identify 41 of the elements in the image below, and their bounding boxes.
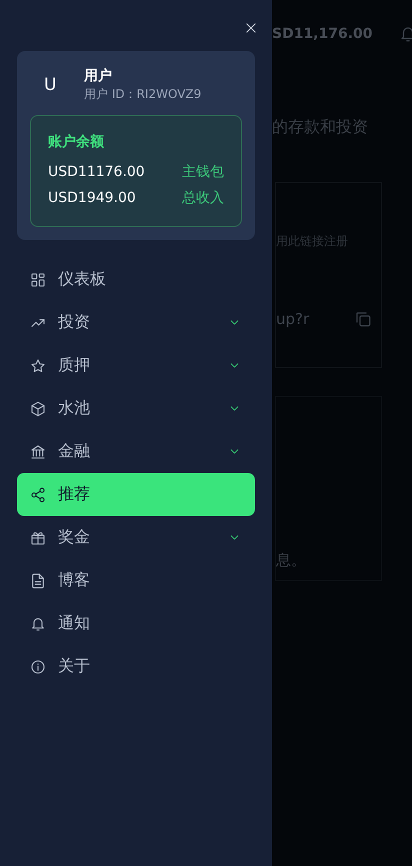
menu-label: 投资: [58, 312, 91, 333]
balance-amount: USD11176.00: [48, 164, 145, 180]
info-icon: [30, 658, 46, 674]
user-name: 用户: [84, 67, 113, 85]
menu-label: 水池: [58, 398, 91, 419]
menu-label: 博客: [58, 570, 91, 591]
menu-label: 关于: [58, 656, 91, 677]
menu-item[interactable]: 投资: [17, 301, 255, 344]
menu-item[interactable]: 博客: [17, 559, 255, 602]
menu-item[interactable]: 奖金: [17, 516, 255, 559]
menu-label: 仪表板: [58, 269, 107, 290]
menu-item[interactable]: 水池: [17, 387, 255, 430]
menu-item[interactable]: 仪表板: [17, 258, 255, 301]
balance-amount: USD1949.00: [48, 190, 136, 206]
menu-label: 通知: [58, 613, 91, 634]
balance-label: 主钱包: [182, 163, 224, 181]
page-subtitle: 的存款和投资: [272, 117, 369, 138]
menu-item[interactable]: 通知: [17, 602, 255, 645]
user-id: 用户 ID：RI2WOVZ9: [84, 86, 202, 103]
balance-label: 总收入: [182, 189, 224, 207]
cube-icon: [30, 400, 46, 416]
avatar: U: [44, 75, 58, 95]
balance-title: 账户余额: [48, 133, 105, 151]
menu-item[interactable]: 关于: [17, 645, 255, 688]
menu-item[interactable]: 推荐: [17, 473, 255, 516]
share-icon: [30, 486, 46, 502]
balance-amount: SD11,176.00: [272, 26, 373, 42]
info-text: 息。: [276, 551, 306, 570]
menu-label: 奖金: [58, 527, 91, 548]
star-icon: [30, 358, 46, 374]
grid-icon: [30, 272, 46, 288]
menu-label: 推荐: [58, 484, 91, 505]
menu-label: 质押: [58, 355, 91, 376]
document-icon: [30, 572, 46, 588]
menu-label: 金融: [58, 441, 91, 462]
menu-item[interactable]: 质押: [17, 344, 255, 387]
gift-icon: [30, 530, 46, 546]
bell-icon: [30, 616, 46, 632]
bank-icon: [30, 444, 46, 460]
close-icon: [244, 21, 258, 35]
menu-item[interactable]: 金融: [17, 430, 255, 473]
